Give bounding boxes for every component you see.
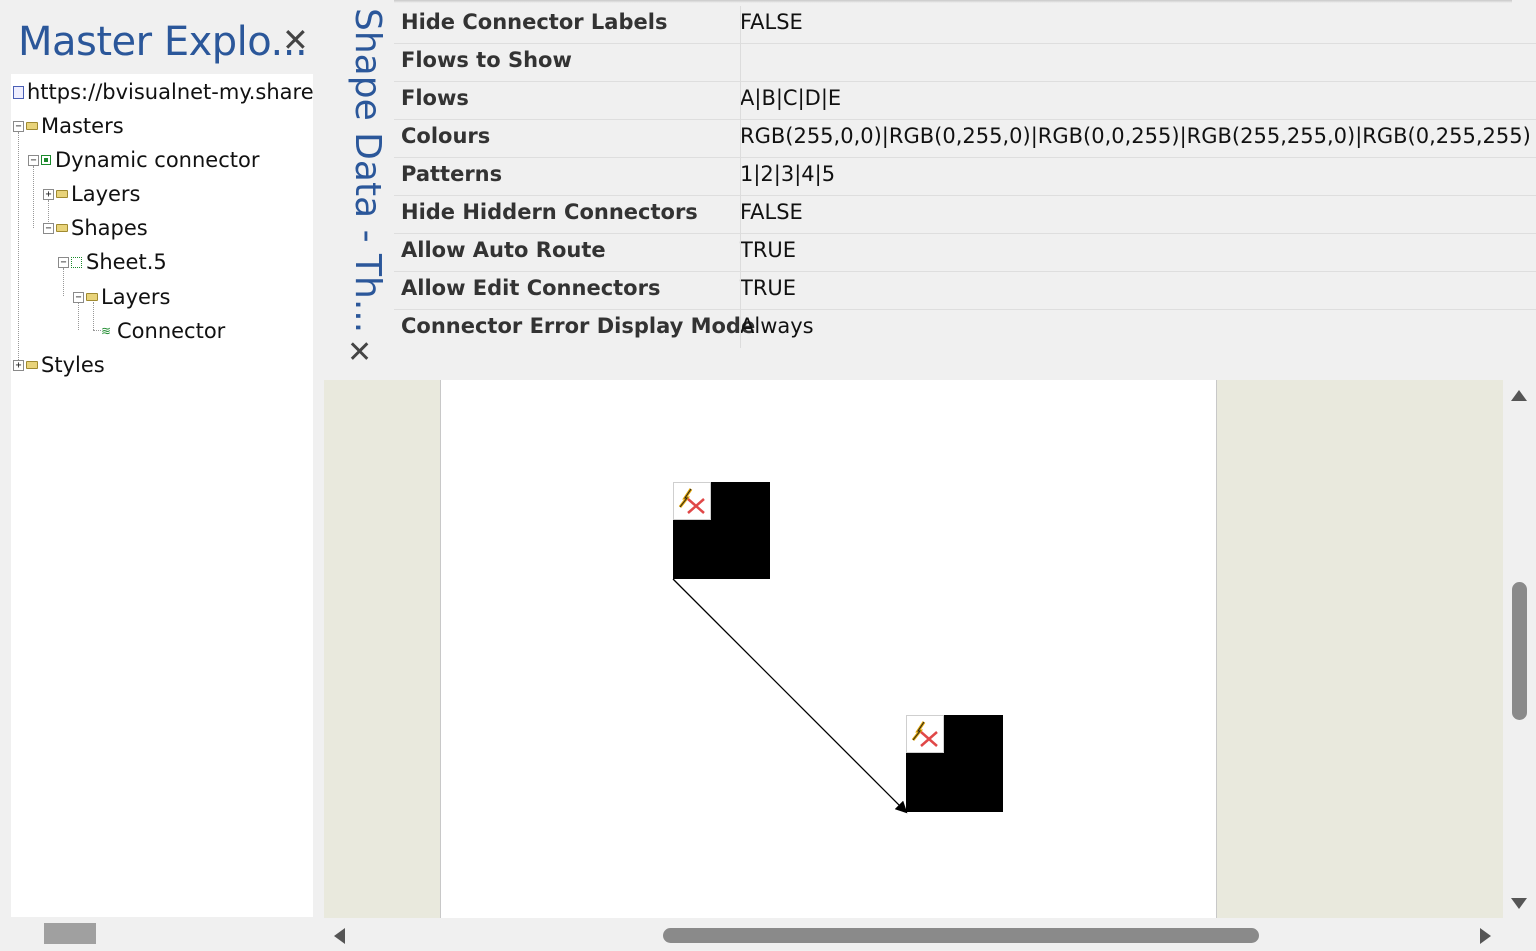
sheet-icon (71, 256, 82, 268)
tree-item-masters[interactable]: − Masters (13, 109, 124, 143)
master-tree: https://bvisualnet-my.share − Masters − … (11, 74, 313, 917)
tree-item-label: Masters (41, 114, 124, 138)
collapse-icon[interactable]: − (43, 222, 54, 234)
window-top-shadow (322, 0, 1512, 3)
shape-data-value[interactable]: 1|2|3|4|5 (740, 162, 835, 186)
tree-item-sheet-layers[interactable]: − Layers (73, 280, 171, 314)
shape-data-title: Shape Data - Th... (347, 8, 388, 334)
shape-data-row[interactable]: Connector Error Display Mode Always (394, 310, 1536, 348)
scroll-left-arrow-icon[interactable] (334, 928, 345, 944)
shape-box-source[interactable] (673, 482, 770, 579)
tree-item-sheet5[interactable]: − Sheet.5 (58, 245, 167, 279)
shape-data-value[interactable]: Always (740, 314, 814, 338)
shape-data-label: Connector Error Display Mode (401, 314, 756, 338)
tree-guide-line (18, 132, 19, 364)
shape-data-value[interactable]: FALSE (740, 10, 803, 34)
shape-data-label: Flows to Show (401, 48, 572, 72)
connector-error-badge (673, 482, 711, 520)
tree-item-styles[interactable]: + Styles (13, 348, 105, 382)
lightning-error-icon (678, 488, 705, 514)
shape-data-label: Hide Connector Labels (401, 10, 668, 34)
shape-data-value[interactable]: TRUE (740, 276, 796, 300)
document-icon (13, 85, 24, 99)
scroll-down-arrow-icon[interactable] (1511, 898, 1527, 909)
vertical-scroll-thumb[interactable] (1512, 582, 1527, 720)
collapse-icon[interactable]: − (58, 256, 69, 268)
folder-icon (26, 122, 38, 130)
folder-icon (56, 224, 68, 232)
tree-item-shapes[interactable]: − Shapes (43, 211, 148, 245)
tree-item-dynamic-connector[interactable]: − Dynamic connector (28, 143, 259, 177)
shape-data-value[interactable]: RGB(255,0,0)|RGB(0,255,0)|RGB(0,0,255)|R… (740, 124, 1531, 148)
connector-error-badge (906, 715, 944, 753)
tree-item-label: Layers (71, 182, 141, 206)
shape-data-column-divider[interactable] (740, 6, 741, 348)
dynamic-connector-line[interactable] (672, 578, 908, 814)
shape-data-label: Flows (401, 86, 469, 110)
shape-data-row[interactable]: Hide Hiddern Connectors FALSE (394, 196, 1536, 234)
folder-icon (86, 293, 98, 301)
connector-layer-icon: ≋ (101, 324, 112, 338)
tree-item-label: Dynamic connector (55, 148, 260, 172)
close-icon[interactable]: ✕ (347, 336, 372, 370)
tree-guide-line (93, 330, 101, 331)
tree-item-connector[interactable]: ≋ Connector (101, 314, 225, 348)
shape-data-row[interactable]: Patterns 1|2|3|4|5 (394, 158, 1536, 196)
drawing-canvas[interactable] (324, 380, 1503, 918)
collapse-icon[interactable]: − (28, 154, 39, 166)
shape-data-label: Hide Hiddern Connectors (401, 200, 698, 224)
shape-box-target[interactable] (906, 715, 1003, 812)
folder-icon (56, 190, 68, 198)
shape-data-row[interactable]: Allow Auto Route TRUE (394, 234, 1536, 272)
shape-data-row[interactable]: Flows to Show (394, 44, 1536, 82)
collapse-icon[interactable]: − (13, 120, 24, 132)
master-explorer-title: Master Explo... (18, 19, 308, 65)
shape-data-label: Allow Edit Connectors (401, 276, 661, 300)
visio-window: Master Explo... ✕ https://bvisualnet-my.… (0, 0, 1536, 951)
shape-data-value[interactable]: A|B|C|D|E (740, 86, 841, 110)
tree-item-label: Shapes (71, 216, 148, 240)
tree-item-label: https://bvisualnet-my.share (27, 80, 313, 104)
shape-data-row[interactable]: Hide Connector Labels FALSE (394, 6, 1536, 44)
tree-item-label: Connector (117, 319, 226, 343)
master-icon (41, 155, 51, 165)
shape-data-label: Colours (401, 124, 491, 148)
close-icon[interactable]: ✕ (282, 22, 309, 58)
tree-item-document[interactable]: https://bvisualnet-my.share (13, 75, 313, 109)
scroll-right-arrow-icon[interactable] (1480, 928, 1491, 944)
shape-data-label: Patterns (401, 162, 503, 186)
shape-data-label: Allow Auto Route (401, 238, 606, 262)
connector-layer (672, 578, 908, 814)
shape-data-row[interactable]: Colours RGB(255,0,0)|RGB(0,255,0)|RGB(0,… (394, 120, 1536, 158)
tree-item-layers[interactable]: + Layers (43, 177, 141, 211)
folder-icon (26, 361, 38, 369)
expand-icon[interactable]: + (13, 359, 24, 371)
lightning-error-icon (911, 721, 938, 747)
shape-data-value[interactable]: TRUE (740, 238, 796, 262)
master-explorer-panel: Master Explo... ✕ https://bvisualnet-my.… (0, 0, 322, 951)
scroll-up-arrow-icon[interactable] (1511, 390, 1527, 401)
drawing-page[interactable] (440, 380, 1217, 918)
tree-item-label: Layers (101, 285, 171, 309)
expand-icon[interactable]: + (43, 188, 54, 200)
explorer-scroll-thumb[interactable] (44, 923, 96, 944)
shape-data-row[interactable]: Allow Edit Connectors TRUE (394, 272, 1536, 310)
horizontal-scroll-thumb[interactable] (663, 928, 1259, 943)
tree-item-label: Sheet.5 (86, 250, 167, 274)
tree-item-label: Styles (41, 353, 105, 377)
shape-data-value[interactable]: FALSE (740, 200, 803, 224)
shape-data-table: Hide Connector Labels FALSE Flows to Sho… (394, 6, 1536, 348)
collapse-icon[interactable]: − (73, 291, 84, 303)
shape-data-row[interactable]: Flows A|B|C|D|E (394, 82, 1536, 120)
